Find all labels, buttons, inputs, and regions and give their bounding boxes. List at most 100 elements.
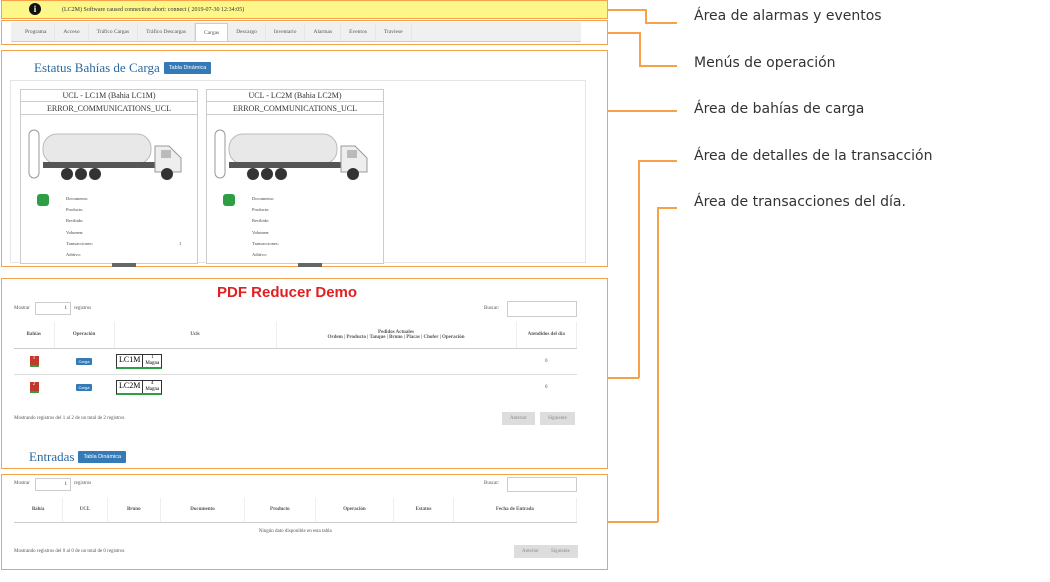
- show-label: Mostrar: [14, 306, 30, 311]
- show-label: Mostrar: [14, 481, 30, 486]
- col-producto[interactable]: Producto: [244, 498, 316, 523]
- ucl-product: Magna: [145, 360, 160, 366]
- bay-toggle-handle[interactable]: [298, 263, 322, 267]
- entradas-dynamic-table-button[interactable]: Tabla Dinámica: [78, 451, 127, 463]
- bay-card-status: ERROR_COMMUNICATIONS_UCL: [207, 102, 383, 115]
- page-size-select[interactable]: 1: [35, 478, 71, 491]
- callout-line: [657, 207, 659, 522]
- table-info: Mostrando registros del 0 al 0 de un tot…: [14, 549, 125, 554]
- pedidos-subtitle: Ordem | Producto | Tanque | Bruno | Plac…: [327, 334, 465, 340]
- search-label: Buscar:: [484, 481, 500, 486]
- label-volumen: Volumen:: [252, 230, 270, 235]
- status-indicator: [223, 194, 235, 206]
- label-transacciones: Transacciones:: [66, 241, 93, 246]
- col-pedidos[interactable]: Pedidos Actuales Ordem | Producto | Tanqu…: [276, 322, 517, 349]
- callout-line: [608, 110, 677, 112]
- callout-line: [639, 32, 641, 66]
- status-indicator: [37, 194, 49, 206]
- empty-message: Ningún dato disponible en esta tabla: [14, 521, 577, 540]
- label-documento: Documento:: [252, 196, 275, 201]
- operation-button[interactable]: Carga: [75, 357, 93, 365]
- ucl-count-value: 4: [151, 380, 154, 386]
- bay-card-status: ERROR_COMMUNICATIONS_UCL: [21, 102, 197, 115]
- table-info: Mostrando registros del 1 al 2 de un tot…: [14, 416, 125, 421]
- callout-line: [638, 160, 677, 162]
- label-transacciones: Transacciones:: [252, 241, 279, 246]
- page-size-select[interactable]: 1: [35, 302, 71, 315]
- search-input[interactable]: [507, 477, 577, 492]
- transacciones-value: 1: [179, 241, 182, 246]
- ucl-box: LC1M 1 Magna: [116, 353, 163, 369]
- callout-line: [645, 9, 647, 23]
- table-row[interactable]: 1 Carga LC1M 1 Magna 0: [14, 347, 577, 374]
- registros-label: registros: [74, 306, 92, 311]
- operation-button[interactable]: Carga: [75, 383, 93, 391]
- bay-card-title: UCL - LC2M (Bahia LC2M): [207, 90, 383, 102]
- col-fecha[interactable]: Fecha de Entrada: [453, 498, 578, 523]
- table-row[interactable]: 2 Carga LC2M 4 Magna 0: [14, 373, 577, 400]
- bay-card-lc2m[interactable]: UCL - LC2M (Bahia LC2M) ERROR_COMMUNICAT…: [206, 89, 384, 264]
- tanker-truck-icon: [214, 129, 368, 180]
- callout-line: [608, 521, 658, 523]
- bays-header: Estatus Bahías de Carga Tabla Dinámica: [34, 60, 212, 76]
- col-ucl[interactable]: UCL: [62, 498, 108, 523]
- tanker-truck-icon: [28, 129, 182, 180]
- col-atendidos[interactable]: Atendidos del día: [516, 322, 577, 349]
- label-recibido: Recibido:: [66, 218, 84, 223]
- callout-line: [608, 377, 639, 379]
- annotation-bays: Área de bahías de carga: [694, 101, 865, 117]
- col-bahias[interactable]: Bahías: [14, 322, 55, 349]
- registros-label: registros: [74, 481, 92, 486]
- col-operacion[interactable]: Operación: [54, 322, 115, 349]
- next-button[interactable]: Siguiente: [543, 545, 578, 558]
- entradas-header: Entradas Tabla Dinámica: [29, 449, 127, 465]
- callout-line: [645, 22, 677, 24]
- col-documento[interactable]: Documento: [160, 498, 246, 523]
- ucl-count: 1 Magna: [142, 354, 161, 367]
- bay-toggle-handle[interactable]: [112, 263, 136, 267]
- label-recibido: Recibido:: [252, 218, 270, 223]
- label-producto: Producto:: [66, 207, 84, 212]
- ucl-name: LC1M: [119, 354, 141, 364]
- ucl-box: LC2M 4 Magna: [116, 379, 163, 395]
- annotation-alarms: Área de alarmas y eventos: [694, 8, 882, 24]
- bays-dynamic-table-button[interactable]: Tabla Dinámica: [163, 62, 212, 74]
- ucl-count: 4 Magna: [142, 380, 161, 393]
- bay-card-lc1m[interactable]: UCL - LC1M (Bahia LC1M) ERROR_COMMUNICAT…: [20, 89, 198, 264]
- label-documento: Documento:: [66, 196, 89, 201]
- annotation-day-transactions: Área de transacciones del día.: [694, 194, 906, 210]
- label-producto: Producto:: [252, 207, 270, 212]
- label-aditivo: Aditivo:: [252, 252, 268, 257]
- search-label: Buscar:: [484, 306, 500, 311]
- bays-title: Estatus Bahías de Carga: [34, 60, 160, 75]
- col-ucls[interactable]: Ucls: [114, 322, 277, 349]
- watermark: PDF Reducer Demo: [217, 284, 358, 301]
- tabs-frame: [1, 20, 608, 45]
- label-aditivo: Aditivo:: [66, 252, 82, 257]
- prev-button[interactable]: Anterior: [514, 545, 547, 558]
- atendidos-value: 0: [516, 373, 577, 400]
- ucl-name: LC2M: [119, 380, 141, 390]
- bay-card-title: UCL - LC1M (Bahia LC1M): [21, 90, 197, 102]
- callout-line: [608, 9, 646, 11]
- entradas-table: Bahía UCL Bruno Documento Producto Opera…: [14, 498, 578, 540]
- col-operacion[interactable]: Operación: [315, 498, 395, 523]
- next-button[interactable]: Siguiente: [540, 412, 575, 425]
- bay-number: 1: [29, 355, 39, 367]
- col-estatus[interactable]: Estatus: [393, 498, 454, 523]
- prev-button[interactable]: Anterior: [502, 412, 535, 425]
- atendidos-value: 0: [516, 347, 577, 374]
- ucl-product: Magna: [145, 386, 160, 392]
- callout-line: [657, 207, 677, 209]
- annotation-menus: Menús de operación: [694, 55, 836, 71]
- col-bahia[interactable]: Bahía: [14, 498, 64, 523]
- col-bruno[interactable]: Bruno: [107, 498, 161, 523]
- alarm-frame: [1, 0, 608, 19]
- callout-line: [639, 65, 677, 67]
- bay-number: 2: [29, 381, 39, 393]
- entradas-title: Entradas: [29, 449, 75, 464]
- callout-line: [608, 32, 640, 34]
- label-volumen: Volumen:: [66, 230, 84, 235]
- annotation-transaction-details: Área de detalles de la transacción: [694, 148, 933, 164]
- search-input[interactable]: [507, 301, 577, 317]
